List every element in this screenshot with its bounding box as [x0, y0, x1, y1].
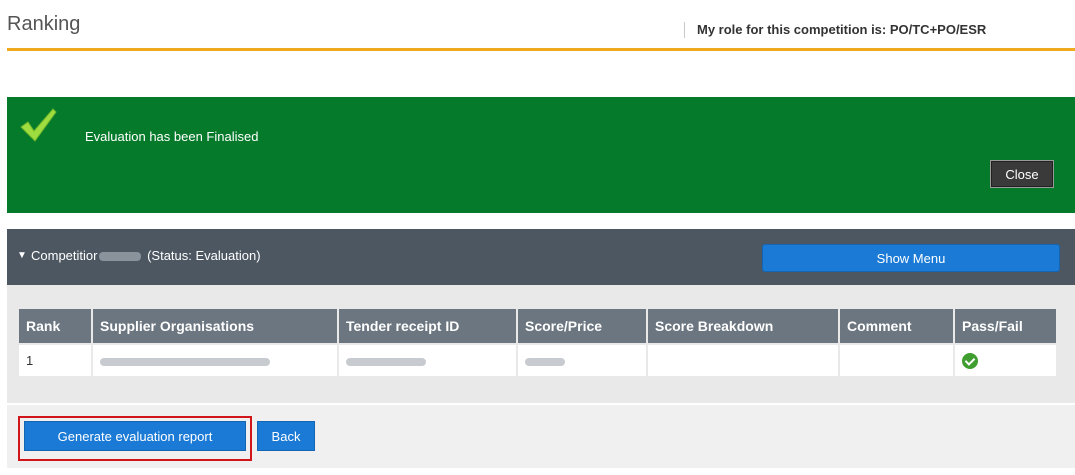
- page-header: Ranking My role for this competition is:…: [0, 0, 1075, 52]
- cell-rank: 1: [19, 343, 93, 376]
- cell-comment: [840, 343, 955, 376]
- close-button[interactable]: Close: [990, 160, 1054, 188]
- column-header-rank: Rank: [19, 309, 93, 343]
- competition-status: (Status: Evaluation): [147, 248, 261, 263]
- page-title: Ranking: [7, 13, 81, 35]
- column-header-score-price: Score/Price: [518, 309, 648, 343]
- show-menu-button[interactable]: Show Menu: [762, 244, 1060, 272]
- column-header-tender-id: Tender receipt ID: [339, 309, 518, 343]
- column-header-supplier: Supplier Organisations: [93, 309, 339, 343]
- header-divider: [7, 48, 1075, 51]
- banner-message: Evaluation has been Finalised: [85, 129, 259, 144]
- column-header-comment: Comment: [840, 309, 955, 343]
- cell-score-breakdown: [648, 343, 840, 376]
- cell-tender-id: [339, 343, 518, 376]
- checkmark-icon: [20, 108, 57, 142]
- competition-title[interactable]: Competitior (Status: Evaluation): [31, 248, 261, 263]
- chevron-down-icon[interactable]: ▼: [17, 250, 27, 261]
- column-header-pass-fail: Pass/Fail: [955, 309, 1058, 343]
- redacted-tender-id: [346, 357, 426, 366]
- generate-report-button[interactable]: Generate evaluation report: [24, 421, 246, 451]
- cell-pass-fail: [955, 343, 1058, 376]
- success-banner: Evaluation has been Finalised Close: [7, 97, 1075, 213]
- redacted-id: [99, 252, 142, 262]
- back-button[interactable]: Back: [257, 421, 315, 451]
- column-header-score-breakdown: Score Breakdown: [648, 309, 840, 343]
- cell-supplier: [93, 343, 339, 376]
- action-bar: Generate evaluation report Back: [7, 405, 1075, 468]
- competition-prefix: Competitior: [31, 248, 98, 263]
- check-circle-icon: [962, 352, 978, 369]
- table-header-row: Rank Supplier Organisations Tender recei…: [19, 309, 1058, 343]
- table-row: 1: [19, 343, 1058, 376]
- redacted-supplier: [100, 357, 270, 366]
- ranking-table: Rank Supplier Organisations Tender recei…: [19, 309, 1058, 376]
- redacted-score: [525, 357, 565, 366]
- ranking-table-panel: Rank Supplier Organisations Tender recei…: [7, 285, 1075, 403]
- competition-bar: ▼ Competitior (Status: Evaluation) Show …: [7, 229, 1075, 285]
- role-text: My role for this competition is: PO/TC+P…: [684, 22, 986, 38]
- cell-score-price: [518, 343, 648, 376]
